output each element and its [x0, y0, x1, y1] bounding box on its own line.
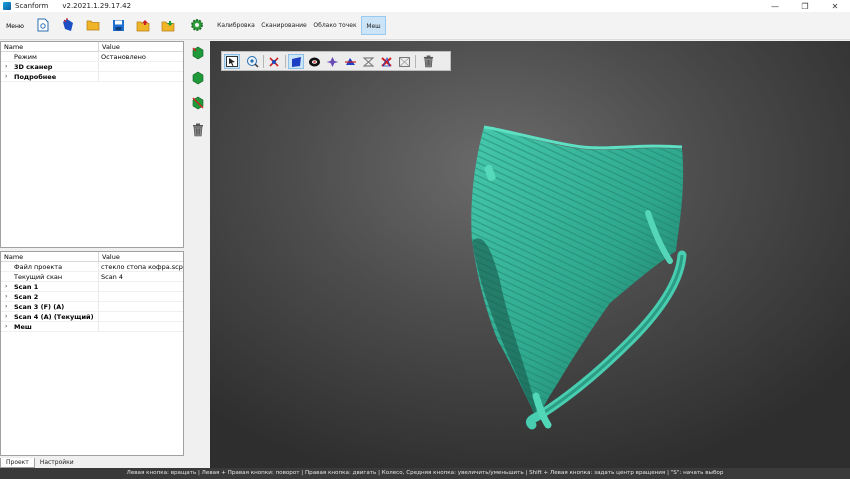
trash-icon[interactable]	[191, 123, 205, 137]
open-folder-icon[interactable]	[86, 18, 100, 32]
property-value	[99, 302, 101, 311]
3d-viewport[interactable]	[210, 41, 850, 468]
property-value	[99, 72, 101, 81]
scanner-properties-panel: Name Value Режим Остановлено › 3D сканер …	[0, 41, 184, 248]
property-value	[99, 282, 101, 291]
property-row-3d-scanner[interactable]: › 3D сканер	[1, 62, 183, 72]
app-version: v2.2021.1.29.17.42	[62, 2, 132, 10]
settings-gear-icon[interactable]	[190, 18, 204, 32]
property-name: Режим	[1, 52, 99, 61]
minimize-button[interactable]: —	[760, 0, 790, 12]
property-row-mode[interactable]: Режим Остановлено	[1, 52, 183, 62]
app-name: Scanform	[15, 2, 49, 10]
remove-mesh-icon[interactable]	[191, 96, 205, 110]
main-toolbar: Меню Калибровка Сканирование Облако точе…	[0, 12, 850, 40]
value-column-header[interactable]: Value	[99, 42, 120, 51]
tab-project[interactable]: Проект	[0, 458, 35, 468]
value-column-header[interactable]: Value	[99, 252, 120, 261]
project-row-file[interactable]: Файл проекта стекло стопа кофра.scp	[1, 262, 183, 272]
expand-arrow-icon[interactable]: ›	[5, 322, 7, 331]
add-mesh-icon[interactable]	[191, 46, 205, 60]
property-name: Текущий скан	[1, 272, 99, 281]
property-value: Остановлено	[101, 53, 146, 61]
property-name: Подробнее	[14, 73, 57, 81]
project-tree-header: Name Value	[1, 252, 183, 262]
scanner-wizard-icon[interactable]	[61, 18, 75, 32]
app-logo-icon	[3, 2, 11, 10]
property-name: 3D сканер	[14, 63, 53, 71]
property-name: Scan 3 (F) (A)	[14, 303, 65, 311]
property-name: Scan 1	[14, 283, 39, 291]
project-row-current-scan[interactable]: Текущий скан Scan 4	[1, 272, 183, 282]
scanner-properties-header: Name Value	[1, 42, 183, 52]
name-column-header[interactable]: Name	[1, 42, 99, 51]
property-value	[99, 292, 101, 301]
property-name: Scan 2	[14, 293, 39, 301]
project-row-scan-1[interactable]: › Scan 1	[1, 282, 183, 292]
title-bar: Scanform v2.2021.1.29.17.42 — ❐ ✕	[0, 0, 850, 12]
close-button[interactable]: ✕	[820, 0, 850, 12]
property-value: Scan 4	[101, 273, 124, 281]
maximize-button[interactable]: ❐	[790, 0, 820, 12]
export-folder-icon[interactable]	[161, 18, 175, 32]
menu-button[interactable]: Меню	[3, 21, 27, 32]
save-icon[interactable]	[111, 18, 125, 32]
project-row-scan-3[interactable]: › Scan 3 (F) (A)	[1, 302, 183, 312]
project-row-scan-2[interactable]: › Scan 2	[1, 292, 183, 302]
expand-arrow-icon[interactable]: ›	[5, 62, 7, 71]
property-name: Меш	[14, 323, 32, 331]
tab-point-cloud[interactable]: Облако точек	[312, 16, 358, 35]
property-value	[99, 62, 101, 71]
property-value	[99, 322, 101, 331]
property-row-details[interactable]: › Подробнее	[1, 72, 183, 82]
property-name: Scan 4 (A) (Текущий)	[14, 313, 94, 321]
property-value: стекло стопа кофра.scp	[101, 263, 183, 271]
status-bar-hints: Левая кнопка: вращать | Левая + Правая к…	[0, 468, 850, 479]
property-value	[99, 312, 101, 321]
new-project-icon[interactable]	[36, 18, 50, 32]
tab-calibration[interactable]: Калибровка	[216, 16, 256, 35]
tab-scanning[interactable]: Сканирование	[261, 16, 307, 35]
side-tool-column	[186, 41, 210, 468]
expand-arrow-icon[interactable]: ›	[5, 292, 7, 301]
name-column-header[interactable]: Name	[1, 252, 99, 261]
import-folder-icon[interactable]	[136, 18, 150, 32]
mesh-shape-icon[interactable]	[191, 71, 205, 85]
tab-settings[interactable]: Настройки	[35, 458, 79, 468]
expand-arrow-icon[interactable]: ›	[5, 72, 7, 81]
project-tree-panel: Name Value Файл проекта стекло стопа коф…	[0, 251, 184, 456]
expand-arrow-icon[interactable]: ›	[5, 302, 7, 311]
property-name: Файл проекта	[1, 262, 99, 271]
expand-arrow-icon[interactable]: ›	[5, 312, 7, 321]
expand-arrow-icon[interactable]: ›	[5, 282, 7, 291]
scanned-mesh-model[interactable]	[210, 41, 850, 468]
left-panel-tabs: Проект Настройки	[0, 458, 184, 468]
tab-mesh[interactable]: Меш	[361, 16, 386, 35]
project-row-mesh[interactable]: › Меш	[1, 322, 183, 332]
project-row-scan-4[interactable]: › Scan 4 (A) (Текущий)	[1, 312, 183, 322]
